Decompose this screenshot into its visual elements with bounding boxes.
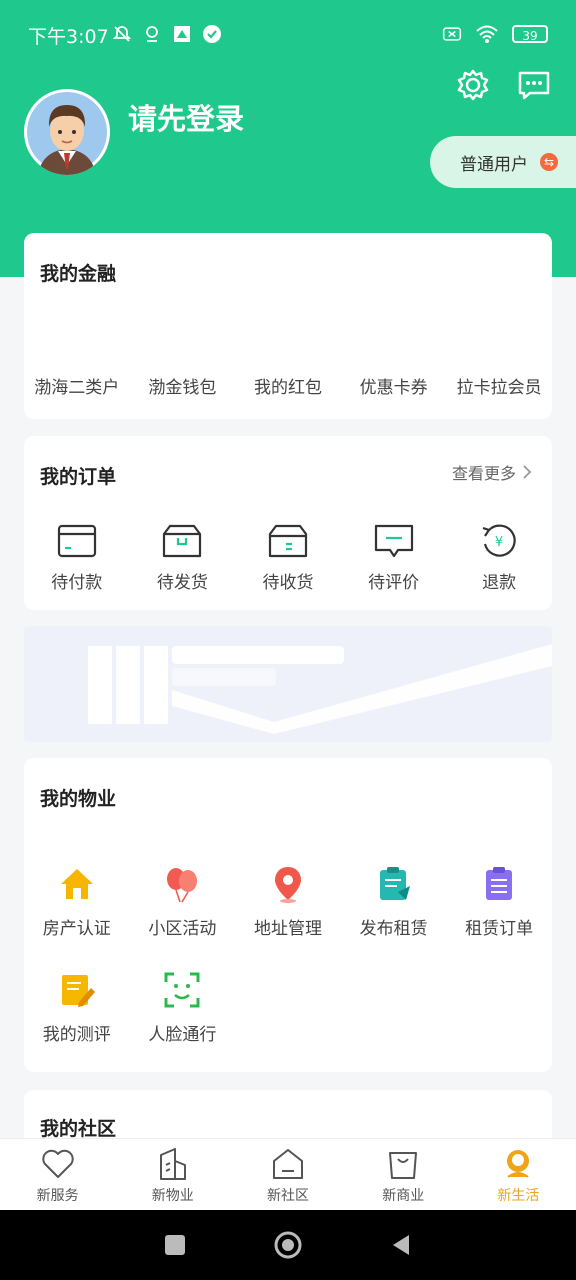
finance-item-coupons[interactable]: 优惠卡券 xyxy=(341,373,447,398)
property-row-2: 我的测评 人脸通行 xyxy=(24,970,552,1045)
face-scan-icon xyxy=(164,972,200,1008)
user-type-switch-button[interactable]: 普通用户 ⇆ xyxy=(430,136,576,188)
property-publish-rental-label: 发布租赁 xyxy=(359,919,428,939)
property-my-assessment[interactable]: 我的测评 xyxy=(24,970,130,1045)
refund-icon: ¥ xyxy=(482,524,516,557)
wifi-icon xyxy=(476,25,498,43)
order-pending-review[interactable]: 待评价 xyxy=(341,524,447,593)
user-profile-icon xyxy=(507,1150,530,1178)
check-circle-icon xyxy=(203,25,221,43)
property-rental-orders[interactable]: 租赁订单 xyxy=(446,864,552,939)
community-title: 我的社区 xyxy=(40,1118,117,1140)
wallet-card-icon xyxy=(57,524,96,558)
building-icon xyxy=(159,1148,186,1180)
order-status-row: 待付款 待发货 待收货 待评价 ¥ 退款 xyxy=(24,524,552,593)
tab-new-commerce[interactable]: 新商业 xyxy=(346,1139,461,1211)
heart-icon xyxy=(41,1149,74,1178)
system-nav-bar xyxy=(0,1210,576,1280)
finance-item-lakala-member[interactable]: 拉卡拉会员 xyxy=(446,373,552,398)
back-icon[interactable] xyxy=(389,1233,413,1257)
finance-item-wallet[interactable]: 渤金钱包 xyxy=(130,373,236,398)
status-time: 下午3:07 xyxy=(28,26,109,48)
property-house-certification[interactable]: 房产认证 xyxy=(24,864,130,939)
property-card: 我的物业 房产认证 小区活动 地址管理 发布租赁 租赁订单 我的测评 人脸通行 xyxy=(24,758,552,1072)
order-refund[interactable]: ¥ 退款 xyxy=(446,524,552,593)
banner-placeholder-image xyxy=(88,644,552,734)
status-bar: 下午3:07 39 xyxy=(0,0,576,70)
order-pending-receipt[interactable]: 待收货 xyxy=(235,524,341,593)
tab-new-life[interactable]: 新生活 xyxy=(461,1139,576,1211)
user-avatar-icon xyxy=(27,92,107,175)
clipboard-list-icon xyxy=(486,867,513,900)
box-icon xyxy=(163,524,202,558)
property-face-access[interactable]: 人脸通行 xyxy=(130,970,236,1045)
user-type-label: 普通用户 xyxy=(460,154,528,175)
tab-new-community[interactable]: 新社区 xyxy=(230,1139,345,1211)
order-pending-shipment[interactable]: 待发货 xyxy=(130,524,236,593)
tab-new-service[interactable]: 新服务 xyxy=(0,1139,115,1211)
order-pending-receipt-label: 待收货 xyxy=(262,573,314,593)
order-pending-shipment-label: 待发货 xyxy=(156,573,208,593)
promo-banner[interactable] xyxy=(24,626,552,742)
order-refund-label: 退款 xyxy=(482,573,517,593)
finance-items: 渤海二类户 渤金钱包 我的红包 优惠卡券 拉卡拉会员 xyxy=(24,373,552,398)
order-pending-review-label: 待评价 xyxy=(368,573,420,593)
property-publish-rental[interactable]: 发布租赁 xyxy=(341,864,447,939)
location-pin-icon xyxy=(274,867,301,903)
property-title: 我的物业 xyxy=(40,788,117,810)
message-icon[interactable] xyxy=(516,67,552,103)
tab-new-property[interactable]: 新物业 xyxy=(115,1139,230,1211)
package-icon xyxy=(268,524,308,558)
comment-icon xyxy=(374,524,413,558)
location-icon xyxy=(146,26,158,42)
status-icons-left xyxy=(112,24,222,44)
tab-new-life-label: 新生活 xyxy=(497,1188,540,1204)
mute-bell-icon xyxy=(112,26,132,42)
property-address-management-label: 地址管理 xyxy=(253,919,322,939)
balloons-icon xyxy=(167,868,198,903)
property-community-activity-label: 小区活动 xyxy=(148,919,217,939)
home-icon xyxy=(273,1149,303,1179)
no-sim-icon xyxy=(442,27,462,41)
recent-apps-icon[interactable] xyxy=(163,1233,187,1257)
property-my-assessment-label: 我的测评 xyxy=(42,1025,111,1045)
battery-indicator: 39 xyxy=(512,25,548,43)
property-face-access-label: 人脸通行 xyxy=(148,1025,217,1045)
notepad-pen-icon xyxy=(61,975,95,1007)
bottom-tab-bar: 新服务 新物业 新社区 新商业 新生活 xyxy=(0,1138,576,1211)
property-community-activity[interactable]: 小区活动 xyxy=(130,864,236,939)
finance-item-bohai-account[interactable]: 渤海二类户 xyxy=(24,373,130,398)
avatar[interactable] xyxy=(24,89,110,175)
tab-new-property-label: 新物业 xyxy=(151,1188,194,1204)
login-prompt[interactable]: 请先登录 xyxy=(128,96,244,138)
chevron-right-icon xyxy=(523,465,532,479)
tab-new-commerce-label: 新商业 xyxy=(382,1188,425,1204)
tab-new-service-label: 新服务 xyxy=(36,1188,79,1204)
property-house-certification-label: 房产认证 xyxy=(42,919,111,939)
property-rental-orders-label: 租赁订单 xyxy=(465,919,534,939)
finance-title: 我的金融 xyxy=(40,263,117,285)
house-icon xyxy=(60,869,93,899)
view-more-label: 查看更多 xyxy=(451,464,516,483)
shopping-bag-icon xyxy=(389,1152,418,1179)
home-button-icon[interactable] xyxy=(273,1230,303,1260)
tab-new-community-label: 新社区 xyxy=(267,1188,309,1204)
finance-item-red-packet[interactable]: 我的红包 xyxy=(235,373,341,398)
settings-gear-icon[interactable] xyxy=(455,67,491,103)
order-pending-payment[interactable]: 待付款 xyxy=(24,524,130,593)
order-pending-payment-label: 待付款 xyxy=(51,573,103,593)
orders-card: 我的订单 查看更多 待付款 待发货 待收货 待评价 ¥ 退款 xyxy=(24,436,552,610)
switch-icon: ⇆ xyxy=(540,153,558,171)
status-icons-right: 39 xyxy=(442,24,548,44)
svg-text:¥: ¥ xyxy=(495,535,503,550)
orders-title: 我的订单 xyxy=(40,466,117,488)
view-more-link[interactable]: 查看更多 xyxy=(452,460,532,484)
clipboard-send-icon xyxy=(379,867,410,900)
property-row-1: 房产认证 小区活动 地址管理 发布租赁 租赁订单 xyxy=(24,864,552,939)
property-address-management[interactable]: 地址管理 xyxy=(235,864,341,939)
app-icon xyxy=(174,26,190,42)
finance-card: 我的金融 渤海二类户 渤金钱包 我的红包 优惠卡券 拉卡拉会员 xyxy=(24,233,552,419)
